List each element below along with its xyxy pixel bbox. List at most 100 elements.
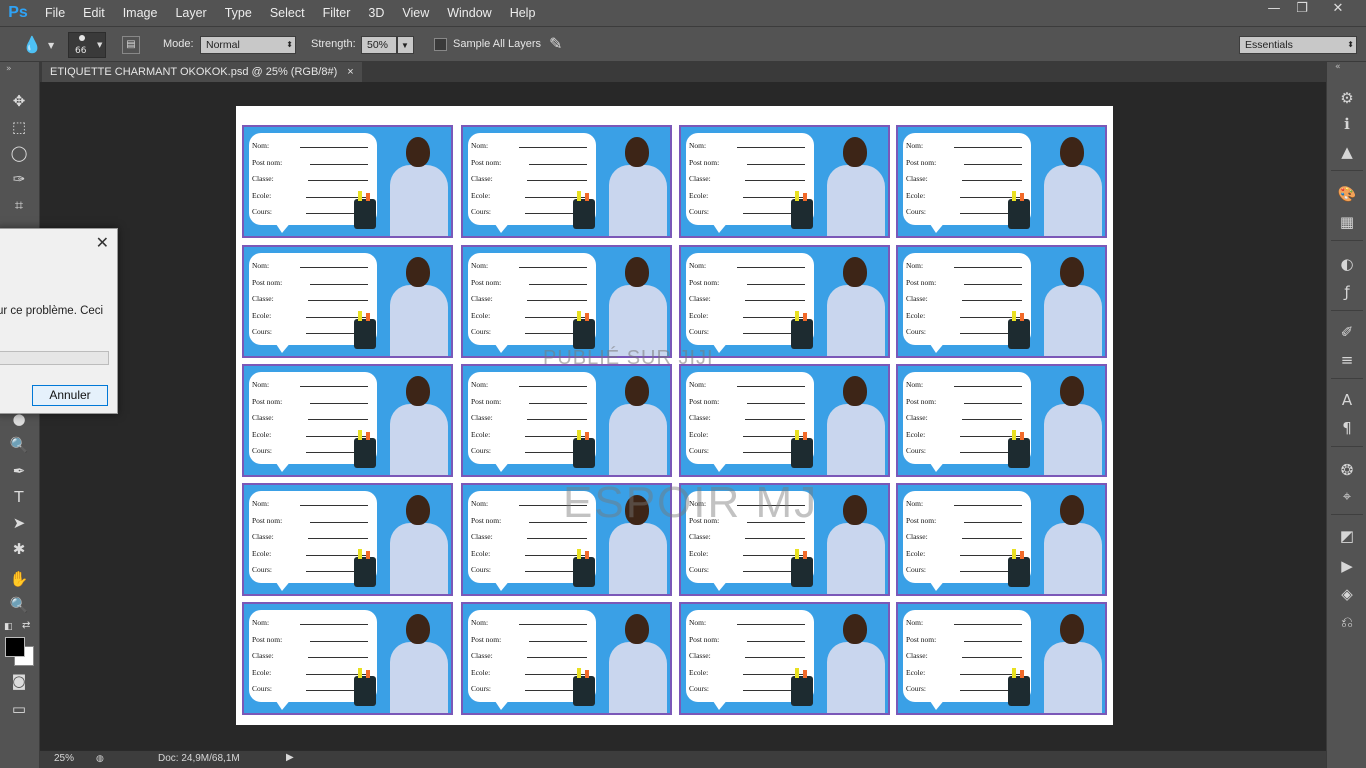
label-field: Ecole: xyxy=(689,549,807,558)
menu-view[interactable]: View xyxy=(393,0,438,26)
styles-icon[interactable]: ƒ xyxy=(1337,282,1357,302)
histogram-icon[interactable]: ▲ xyxy=(1337,142,1357,162)
options-bar: 💧 ▼ 66 ▼ ▤ Mode: Normal ⬍ Strength: 50% … xyxy=(0,26,1366,62)
info-icon[interactable]: ℹ xyxy=(1337,114,1357,134)
mode-select[interactable]: Normal ⬍ xyxy=(200,36,296,54)
restore-button[interactable]: ❐ xyxy=(1284,0,1320,20)
strength-dropdown[interactable]: ▼ xyxy=(397,36,414,54)
menu-edit[interactable]: Edit xyxy=(74,0,114,26)
speech-bubble-tail xyxy=(274,460,292,472)
pen-tool-icon[interactable]: ✒ xyxy=(6,460,32,482)
label-field: Post nom: xyxy=(689,635,807,644)
student-head xyxy=(625,614,649,644)
pencil-cup-icon xyxy=(573,430,595,468)
paragraph-icon[interactable]: ¶ xyxy=(1337,418,1357,438)
student-photo xyxy=(603,255,669,356)
label-field: Nom: xyxy=(252,499,370,508)
brush-icon[interactable]: ≡ xyxy=(1337,350,1357,370)
pencil-cup-icon xyxy=(1008,191,1030,229)
speech-bubble-tail xyxy=(493,460,511,472)
menu-image[interactable]: Image xyxy=(114,0,167,26)
layers-icon[interactable]: ◈ xyxy=(1337,584,1357,604)
swatches-icon[interactable]: ▦ xyxy=(1337,212,1357,232)
close-dialog-icon[interactable]: ✕ xyxy=(96,233,109,252)
layer-comps-icon[interactable]: ◩ xyxy=(1337,526,1357,546)
student-head xyxy=(1060,257,1084,287)
marquee-tool-icon[interactable]: ⬚ xyxy=(6,116,32,138)
properties-icon[interactable]: ⌖ xyxy=(1337,486,1357,506)
strength-input[interactable]: 50% xyxy=(361,36,397,54)
menu-filter[interactable]: Filter xyxy=(314,0,360,26)
swap-colors-icon[interactable]: ⇄ xyxy=(22,620,30,631)
sample-all-layers-checkbox[interactable] xyxy=(434,38,447,51)
dodge-tool-icon[interactable]: 🔍 xyxy=(6,434,32,456)
3d-icon[interactable]: ❂ xyxy=(1337,460,1357,480)
collapse-panels-icon[interactable]: « xyxy=(1335,62,1341,72)
history-icon[interactable]: ⎌ xyxy=(1337,612,1357,632)
label-card: Nom: Post nom: Classe: Ecole: Cours: xyxy=(679,602,890,715)
close-window-button[interactable]: ✕ xyxy=(1320,0,1356,20)
crop-tool-icon[interactable]: ⌗ xyxy=(6,194,32,216)
menu-layer[interactable]: Layer xyxy=(166,0,215,26)
workspace-select[interactable]: Essentials ⬍ xyxy=(1239,36,1357,54)
status-info-icon[interactable]: ◍ xyxy=(96,753,104,764)
cancel-button[interactable]: Annuler xyxy=(32,385,108,406)
screen-mode-icon[interactable]: ▭ xyxy=(6,698,32,720)
student-body xyxy=(1044,404,1102,475)
character-icon[interactable]: A xyxy=(1337,390,1357,410)
hand-tool-icon[interactable]: ✋ xyxy=(6,568,32,590)
quick-selection-tool-icon[interactable]: ✑ xyxy=(6,168,32,190)
label-field: Cours: xyxy=(689,684,807,693)
speech-bubble-tail xyxy=(711,221,729,233)
watermark-line2: ESPOIR MJ xyxy=(563,478,819,527)
brush-panel-toggle-icon[interactable]: ▤ xyxy=(122,36,140,54)
label-field: Ecole: xyxy=(252,549,370,558)
photoshop-logo: Ps xyxy=(8,4,28,21)
blur-tool-icon[interactable]: 💧 xyxy=(22,35,42,54)
custom-shape-tool-icon[interactable]: ✱ xyxy=(6,538,32,560)
menu-help[interactable]: Help xyxy=(501,0,545,26)
document-canvas[interactable]: Nom: Post nom: Classe: Ecole: Cours: Nom: Post… xyxy=(236,106,1113,725)
label-field: Classe: xyxy=(471,651,589,660)
zoom-tool-icon[interactable]: 🔍 xyxy=(6,594,32,616)
collapse-toolbox-icon[interactable]: » xyxy=(6,64,12,74)
actions-icon[interactable]: ▶ xyxy=(1337,556,1357,576)
label-field: Ecole: xyxy=(906,311,1024,320)
move-tool-icon[interactable]: ✥ xyxy=(6,90,32,112)
student-body xyxy=(827,165,885,236)
canvas-area[interactable]: Nom: Post nom: Classe: Ecole: Cours: Nom: Post… xyxy=(40,82,1326,750)
label-field: Cours: xyxy=(689,446,807,455)
label-field: Nom: xyxy=(471,141,589,150)
menu-type[interactable]: Type xyxy=(216,0,261,26)
pressure-brush-icon[interactable]: ✎ xyxy=(549,34,562,53)
lasso-tool-icon[interactable]: ◯ xyxy=(6,142,32,164)
document-tab[interactable]: ETIQUETTE CHARMANT OKOKOK.psd @ 25% (RGB… xyxy=(42,62,362,82)
label-card: Nom: Post nom: Classe: Ecole: Cours: xyxy=(242,245,453,358)
label-field: Post nom: xyxy=(689,158,807,167)
zoom-level[interactable]: 25% xyxy=(54,753,74,764)
label-field: Classe: xyxy=(252,413,370,422)
label-field: Nom: xyxy=(906,499,1024,508)
menu-file[interactable]: File xyxy=(36,0,74,26)
pencil-cup-icon xyxy=(791,668,813,706)
brush-presets-icon[interactable]: ✐ xyxy=(1337,322,1357,342)
quick-mask-icon[interactable]: ◙ xyxy=(6,670,32,692)
menu-3d[interactable]: 3D xyxy=(359,0,393,26)
tool-preset-arrow-icon[interactable]: ▼ xyxy=(48,41,54,50)
color-icon[interactable]: 🎨 xyxy=(1337,184,1357,204)
adjustments-icon[interactable]: ◐ xyxy=(1337,254,1357,274)
foreground-color-swatch[interactable] xyxy=(5,637,25,657)
menu-select[interactable]: Select xyxy=(261,0,314,26)
close-tab-icon[interactable]: × xyxy=(347,62,353,82)
label-field: Post nom: xyxy=(689,397,807,406)
student-body xyxy=(827,404,885,475)
type-tool-icon[interactable]: T xyxy=(6,486,32,508)
status-menu-arrow-icon[interactable]: ▶ xyxy=(286,752,294,763)
label-field: Ecole: xyxy=(471,549,589,558)
brush-preset-picker[interactable]: 66 ▼ xyxy=(68,32,106,58)
default-colors-icon[interactable]: ◧ xyxy=(4,622,13,632)
path-selection-tool-icon[interactable]: ➤ xyxy=(6,512,32,534)
label-card: Nom: Post nom: Classe: Ecole: Cours: xyxy=(896,125,1107,238)
navigator-icon[interactable]: ⚙ xyxy=(1337,88,1357,108)
menu-window[interactable]: Window xyxy=(438,0,500,26)
